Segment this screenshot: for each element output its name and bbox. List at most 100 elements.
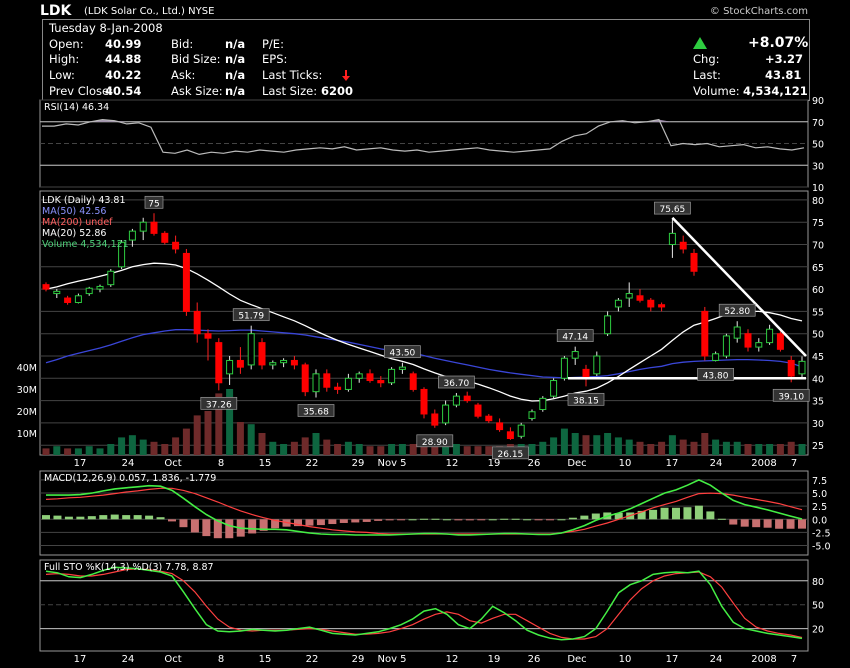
- macd-histogram-bar: [431, 518, 440, 520]
- date-tick-label-bottom: 8: [218, 654, 224, 665]
- price-tick-label: 35: [812, 397, 824, 408]
- volume-bar: [139, 439, 147, 455]
- volume-bar: [798, 444, 806, 455]
- up-candle: [528, 411, 536, 419]
- down-candle: [496, 422, 504, 431]
- rsi-title: RSI(14) 46.34: [44, 102, 109, 113]
- date-tick-label: 15: [259, 458, 272, 469]
- macd-histogram-bar: [557, 519, 566, 521]
- down-candle: [290, 359, 298, 366]
- date-tick-label: 17: [666, 458, 679, 469]
- up-candle: [344, 377, 352, 390]
- macd-histogram-bar: [362, 519, 371, 522]
- date-tick-label: 2008: [751, 458, 776, 469]
- down-candle: [658, 304, 666, 308]
- down-candle: [420, 388, 428, 415]
- up-candle: [517, 424, 525, 437]
- price-annotation-label: 75.65: [660, 205, 686, 215]
- macd-tick-label: 7.5: [812, 476, 827, 487]
- macd-histogram-bar: [660, 507, 669, 520]
- volume-bar: [485, 446, 493, 455]
- macd-histogram-bar: [649, 509, 658, 520]
- volume-bar: [344, 441, 352, 455]
- price-tick-label: 60: [812, 285, 824, 296]
- up-candle: [312, 373, 320, 393]
- macd-tick-label: 5.0: [812, 489, 827, 500]
- macd-histogram-bar: [53, 515, 62, 520]
- date-tick-label-bottom: 24: [122, 654, 135, 665]
- volume-bar: [161, 444, 169, 455]
- macd-tick-label: 2.5: [812, 502, 827, 513]
- price-annotation-label: 28.90: [422, 438, 448, 448]
- volume-bar: [150, 441, 158, 455]
- volume-bar: [571, 433, 579, 455]
- volume-bar: [334, 444, 342, 455]
- volume-tick-label: 20M: [17, 407, 37, 418]
- date-tick-label: 10: [619, 458, 632, 469]
- price-tick-label: 75: [812, 218, 824, 229]
- volume-bar: [528, 444, 536, 455]
- price-tick-label: 55: [812, 307, 824, 318]
- down-candle: [636, 295, 644, 301]
- up-candle: [560, 357, 568, 379]
- down-candle: [582, 368, 590, 379]
- date-tick-label: Oct: [164, 458, 181, 469]
- macd-histogram-bar: [190, 519, 199, 533]
- macd-histogram-bar: [454, 519, 463, 521]
- macd-histogram-bar: [465, 519, 474, 521]
- volume-bar: [636, 441, 644, 455]
- up-candle: [604, 315, 612, 335]
- sto-tick-label: 80: [812, 577, 824, 588]
- volume-bar: [733, 441, 741, 455]
- volume-bar: [658, 441, 666, 455]
- price-legend-entry: MA(200) undef: [42, 217, 113, 228]
- volume-bar: [398, 444, 406, 455]
- sto-title: Full STO %K(14,3) %D(3) 7.78, 8.87: [44, 562, 214, 573]
- volume-bar: [64, 448, 72, 455]
- macd-histogram-bar: [156, 517, 165, 520]
- volume-bar: [107, 444, 115, 455]
- up-candle: [96, 285, 104, 290]
- rsi-tick-label: 70: [812, 118, 824, 129]
- up-candle: [668, 232, 676, 246]
- sto-panel: [39, 559, 809, 652]
- date-tick-label-bottom: 17: [666, 654, 679, 665]
- up-candle: [128, 230, 136, 241]
- rsi-tick-label: 90: [812, 96, 824, 107]
- date-tick-label-bottom: 24: [710, 654, 723, 665]
- up-candle: [247, 333, 255, 366]
- date-tick-label-bottom: 7: [791, 654, 797, 665]
- macd-histogram-bar: [591, 513, 600, 520]
- macd-histogram-bar: [511, 518, 520, 520]
- down-candle: [215, 342, 223, 384]
- macd-histogram-bar: [179, 519, 188, 528]
- volume-bar: [647, 444, 655, 455]
- macd-histogram-bar: [786, 519, 795, 529]
- volume-bar: [323, 439, 331, 455]
- volume-bar: [247, 424, 255, 455]
- down-candle: [409, 373, 417, 390]
- macd-histogram-bar: [328, 519, 337, 525]
- volume-bar: [172, 437, 180, 455]
- down-candle: [334, 386, 342, 390]
- date-tick-label: 24: [122, 458, 135, 469]
- down-candle: [161, 232, 169, 243]
- volume-bar: [452, 444, 460, 455]
- volume-bar: [690, 441, 698, 455]
- volume-bar: [258, 433, 266, 455]
- down-candle: [485, 415, 493, 422]
- up-candle: [85, 287, 93, 295]
- date-tick-label-bottom: 2008: [751, 654, 776, 665]
- down-candle: [776, 333, 784, 350]
- up-candle: [755, 342, 763, 348]
- up-candle: [766, 328, 774, 344]
- volume-tick-label: 40M: [17, 363, 37, 374]
- volume-bar: [474, 446, 482, 455]
- date-tick-label: 7: [791, 458, 797, 469]
- macd-tick-label: -2.5: [812, 528, 831, 539]
- macd-histogram-bar: [740, 519, 749, 527]
- up-candle: [107, 270, 115, 286]
- date-tick-label-bottom: 10: [619, 654, 632, 665]
- date-tick-label: 19: [488, 458, 501, 469]
- down-candle: [474, 404, 482, 417]
